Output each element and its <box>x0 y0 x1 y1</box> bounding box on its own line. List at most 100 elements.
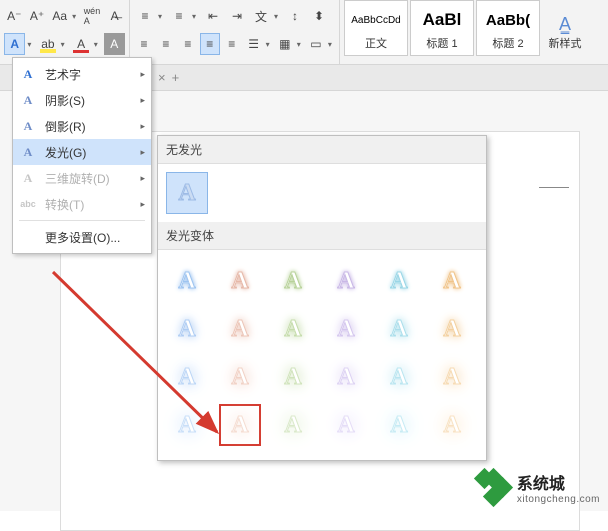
glow-swatch[interactable]: A <box>219 404 261 446</box>
flyout-header-variants: 发光变体 <box>158 222 486 250</box>
dropdown-icon[interactable]: ▾ <box>266 40 273 49</box>
highlight-icon[interactable]: ab <box>37 33 58 55</box>
glow-preview-icon: A <box>231 268 248 295</box>
glow-swatch[interactable]: A <box>325 260 367 302</box>
align-left-icon[interactable]: ≡ <box>134 33 154 55</box>
menu-3d-rotate: A 三维旋转(D) ▸ <box>13 165 151 191</box>
glow-none-swatch[interactable]: A <box>166 172 208 214</box>
style-heading1[interactable]: AaBl 标题 1 <box>410 0 474 56</box>
shading-icon[interactable]: ▦ <box>275 33 295 55</box>
glow-preview-icon: A <box>390 268 407 295</box>
tab-close-button[interactable]: × <box>158 70 166 85</box>
shrink-font-icon[interactable]: A⁻ <box>4 5 25 27</box>
chevron-right-icon: ▸ <box>140 95 145 106</box>
clear-format-icon[interactable]: A̶ <box>104 5 125 27</box>
glow-swatch[interactable]: A <box>166 260 208 302</box>
transform-icon: abc <box>19 199 37 209</box>
glow-swatch[interactable]: A <box>378 260 420 302</box>
text-direction-icon[interactable]: 文 <box>250 5 272 27</box>
new-style-icon: A͇ <box>559 14 571 35</box>
align-right-icon[interactable]: ≡ <box>178 33 198 55</box>
glow-swatch[interactable]: A <box>166 404 208 446</box>
menu-transform: abc 转换(T) ▸ <box>13 191 151 217</box>
tab-add-button[interactable]: + <box>172 70 180 85</box>
style-label: 正文 <box>365 35 387 51</box>
dropdown-icon[interactable]: ▾ <box>274 12 282 21</box>
dropdown-icon[interactable]: ▾ <box>158 12 166 21</box>
style-normal[interactable]: AaBbCcDd 正文 <box>344 0 408 56</box>
line-spacing-icon[interactable]: ↕ <box>284 5 306 27</box>
glow-swatch[interactable]: A <box>378 356 420 398</box>
wordart-icon: A <box>19 67 37 82</box>
glow-swatch[interactable]: A <box>378 404 420 446</box>
glow-swatch[interactable]: A <box>166 308 208 350</box>
dropdown-icon[interactable]: ▾ <box>72 12 79 21</box>
style-label: 标题 2 <box>492 35 523 51</box>
align-justify-icon[interactable]: ≡ <box>200 33 220 55</box>
glow-swatch[interactable]: A <box>272 308 314 350</box>
glow-preview-icon: A <box>178 316 195 343</box>
bullets-icon[interactable]: ≡ <box>134 5 156 27</box>
style-label: 标题 1 <box>426 35 457 51</box>
glow-swatch[interactable]: A <box>431 356 473 398</box>
glow-swatch[interactable]: A <box>272 260 314 302</box>
glow-swatch[interactable]: A <box>272 356 314 398</box>
glow-swatch[interactable]: A <box>378 308 420 350</box>
glow-preview-icon: A <box>284 412 301 439</box>
align-distribute-icon[interactable]: ≡ <box>222 33 242 55</box>
menu-reflection[interactable]: A 倒影(R) ▸ <box>13 113 151 139</box>
glow-grid: AAAAAAAAAAAAAAAAAAAAAAAA <box>158 250 486 460</box>
text-effects-menu: A 艺术字 ▸ A 阴影(S) ▸ A 倒影(R) ▸ A 发光(G) ▸ A … <box>12 57 152 254</box>
menu-label: 更多设置(O)... <box>45 229 120 246</box>
glow-preview-icon: A <box>337 412 354 439</box>
char-shading-icon[interactable]: A <box>104 33 125 55</box>
glow-swatch[interactable]: A <box>431 308 473 350</box>
phonetic-icon[interactable]: wénA <box>82 5 103 27</box>
indent-right-icon[interactable]: ⇥ <box>226 5 248 27</box>
chevron-right-icon: ▸ <box>140 199 145 210</box>
new-style-button[interactable]: A͇ 新样式 <box>542 0 588 64</box>
dropdown-icon[interactable]: ▾ <box>328 40 335 49</box>
watermark-brand: 系统城 <box>517 470 600 494</box>
dropdown-icon[interactable]: ▾ <box>192 12 200 21</box>
glow-swatch[interactable]: A <box>166 356 208 398</box>
text-effects-button[interactable]: A <box>4 33 25 55</box>
change-case-icon[interactable]: Aa <box>49 5 70 27</box>
borders-icon[interactable]: ▭ <box>306 33 326 55</box>
numbering-icon[interactable]: ≡ <box>168 5 190 27</box>
align-center-icon[interactable]: ≡ <box>156 33 176 55</box>
dropdown-icon[interactable]: ▾ <box>61 40 69 49</box>
spacing-icon[interactable]: ☰ <box>244 33 264 55</box>
grow-font-icon[interactable]: A⁺ <box>27 5 48 27</box>
glow-swatch[interactable]: A <box>325 356 367 398</box>
glow-swatch[interactable]: A <box>219 356 261 398</box>
style-heading2[interactable]: AaBb( 标题 2 <box>476 0 540 56</box>
dropdown-icon[interactable]: ▾ <box>297 40 304 49</box>
menu-more-settings[interactable]: 更多设置(O)... <box>13 224 151 250</box>
glow-swatch[interactable]: A <box>325 404 367 446</box>
glow-swatch[interactable]: A <box>431 404 473 446</box>
menu-separator <box>19 220 145 221</box>
glow-swatch[interactable]: A <box>219 308 261 350</box>
glow-preview-icon: A <box>443 316 460 343</box>
menu-shadow[interactable]: A 阴影(S) ▸ <box>13 87 151 113</box>
chevron-right-icon: ▸ <box>140 173 145 184</box>
new-style-label: 新样式 <box>549 35 582 51</box>
glow-preview-icon: A <box>337 316 354 343</box>
glow-preview-icon: A <box>443 268 460 295</box>
glow-swatch[interactable]: A <box>219 260 261 302</box>
menu-glow[interactable]: A 发光(G) ▸ <box>13 139 151 165</box>
dropdown-icon[interactable]: ▾ <box>94 40 102 49</box>
glow-preview-icon: A <box>443 412 460 439</box>
glow-swatch[interactable]: A <box>325 308 367 350</box>
margin-mark <box>539 187 569 188</box>
glow-swatch[interactable]: A <box>431 260 473 302</box>
dropdown-icon[interactable]: ▾ <box>27 40 35 49</box>
menu-wordart[interactable]: A 艺术字 ▸ <box>13 61 151 87</box>
menu-label: 三维旋转(D) <box>45 170 110 187</box>
font-color-icon[interactable]: A <box>70 33 91 55</box>
sort-icon[interactable]: ⬍ <box>308 5 330 27</box>
indent-left-icon[interactable]: ⇤ <box>202 5 224 27</box>
watermark-logo-icon <box>477 471 511 505</box>
glow-swatch[interactable]: A <box>272 404 314 446</box>
